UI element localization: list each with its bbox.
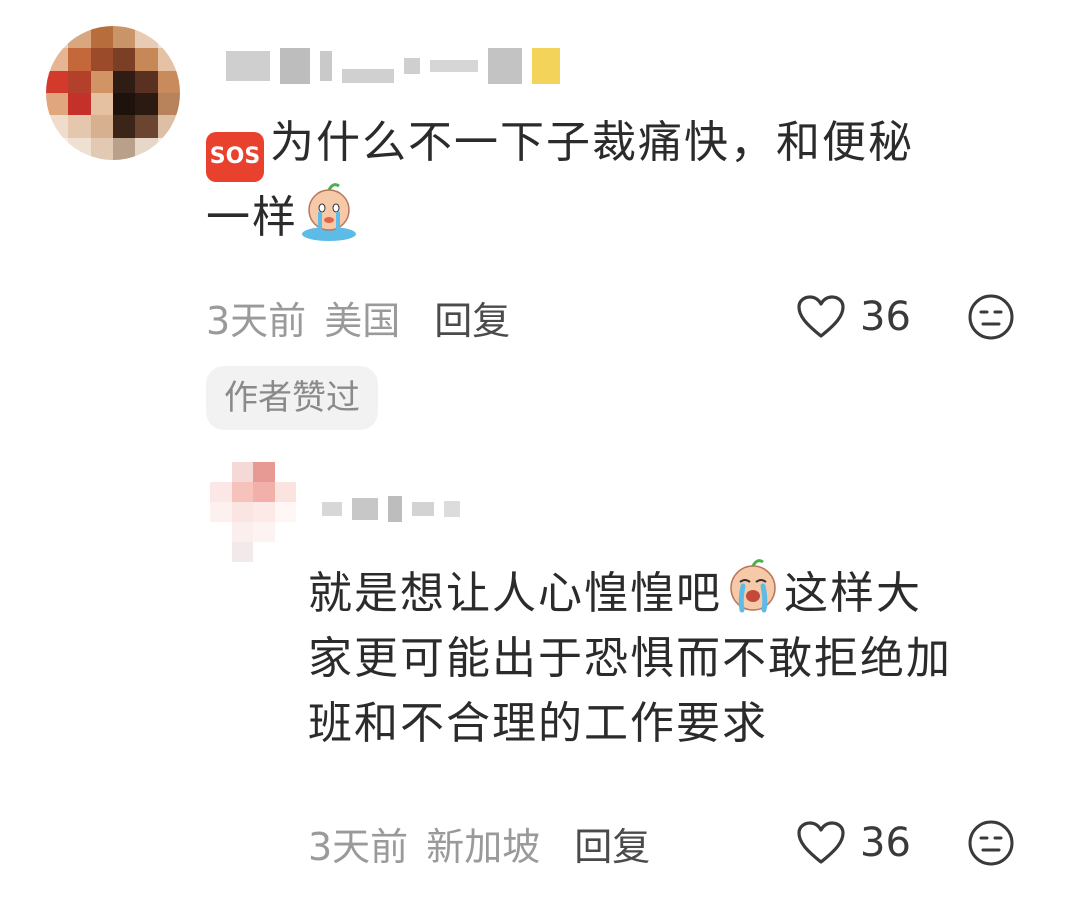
reply-commenter-avatar[interactable]	[210, 462, 296, 562]
commenter-username[interactable]	[226, 46, 560, 86]
reply-commenter-username[interactable]	[322, 494, 460, 524]
commenter-avatar[interactable]	[46, 26, 180, 160]
reply-comment-region: 新加坡	[426, 824, 541, 869]
author-liked-badge: 作者赞过	[206, 366, 378, 430]
sobbing-face-emoji-icon	[730, 559, 776, 613]
comment-time: 3天前	[206, 298, 307, 343]
heart-outline-icon	[797, 821, 845, 864]
comment-text: SOS 为什么不一下子裁痛快，和便秘 一样	[206, 117, 914, 243]
meh-face-icon[interactable]	[966, 818, 1016, 868]
reply-button[interactable]: 回复	[434, 290, 510, 345]
reply-button[interactable]: 回复	[574, 816, 650, 871]
meh-face-icon[interactable]	[966, 292, 1016, 342]
like-button[interactable]: 36	[796, 292, 911, 342]
like-count: 36	[860, 294, 911, 340]
reply-comment-text: 就是想让人心惶惶吧 这样大 家更可能出于恐惧而不敢拒绝加 班和不合理的工作要求	[308, 558, 1048, 756]
sos-emoji-icon: SOS	[206, 131, 264, 182]
heart-outline-icon	[797, 295, 845, 338]
comment-region: 美国	[324, 298, 401, 343]
like-count: 36	[860, 820, 911, 866]
crying-face-emoji-icon	[302, 182, 356, 241]
reply-comment-time: 3天前	[308, 824, 409, 869]
comment-meta: 3天前 美国 回复	[206, 290, 510, 345]
like-button[interactable]: 36	[796, 818, 911, 868]
reply-comment-meta: 3天前 新加坡 回复	[308, 816, 650, 871]
